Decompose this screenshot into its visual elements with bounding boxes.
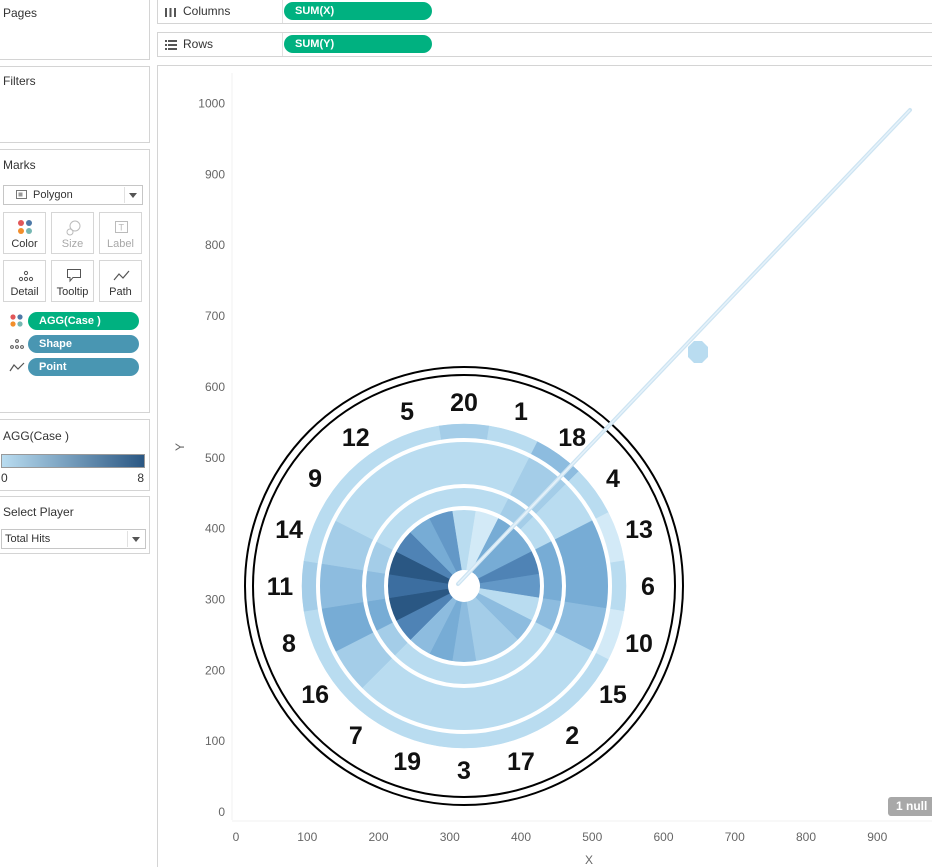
dartboard-viz[interactable]: 0 100 200 300 400 500 600 700 800 900 1000 0 100 200 3… bbox=[0, 0, 932, 867]
x-tick-label: 100 bbox=[297, 830, 317, 844]
y-tick-label: 200 bbox=[205, 663, 225, 677]
x-tick-label: 800 bbox=[796, 830, 816, 844]
board-number: 14 bbox=[275, 516, 303, 544]
board-number: 11 bbox=[267, 573, 294, 601]
x-tick-label: 600 bbox=[653, 830, 673, 844]
board-number: 19 bbox=[393, 748, 421, 776]
x-tick-label: 200 bbox=[368, 830, 388, 844]
null-indicator[interactable]: 1 null bbox=[888, 797, 932, 816]
board-number: 1 bbox=[514, 398, 528, 426]
board-number: 10 bbox=[625, 630, 653, 658]
x-axis-title: X bbox=[585, 853, 593, 867]
board-number: 7 bbox=[349, 722, 363, 750]
segment-middle bbox=[562, 562, 611, 610]
dart-marker bbox=[688, 341, 708, 363]
board-number: 16 bbox=[301, 681, 329, 709]
board-number: 5 bbox=[400, 398, 414, 426]
board-number: 12 bbox=[342, 424, 370, 452]
y-tick-label: 900 bbox=[205, 167, 225, 181]
bullseye bbox=[448, 570, 480, 602]
segment-middle bbox=[317, 562, 366, 610]
board-number: 13 bbox=[625, 516, 653, 544]
y-tick-label: 600 bbox=[205, 380, 225, 394]
y-tick-label: 300 bbox=[205, 592, 225, 606]
board-number: 4 bbox=[606, 465, 620, 493]
board-number: 2 bbox=[565, 722, 579, 750]
y-tick-label: 500 bbox=[205, 451, 225, 465]
y-tick-label: 1000 bbox=[198, 97, 225, 111]
segment-middle bbox=[440, 684, 488, 733]
y-tick-label: 800 bbox=[205, 238, 225, 252]
segment-middle bbox=[440, 439, 488, 488]
y-axis-title: Y bbox=[173, 443, 187, 451]
x-tick-label: 900 bbox=[867, 830, 887, 844]
board-number: 17 bbox=[507, 748, 535, 776]
x-tick-label: 700 bbox=[725, 830, 745, 844]
dart-path-highlight bbox=[457, 109, 911, 585]
board-number: 15 bbox=[599, 681, 627, 709]
board-number: 3 bbox=[457, 757, 471, 785]
y-tick-label: 400 bbox=[205, 522, 225, 536]
y-tick-label: 100 bbox=[205, 734, 225, 748]
x-tick-label: 500 bbox=[582, 830, 602, 844]
y-tick-label: 0 bbox=[218, 805, 225, 819]
board-number: 18 bbox=[558, 424, 586, 452]
board-number: 8 bbox=[282, 630, 296, 658]
board-number: 6 bbox=[641, 573, 655, 601]
board-number: 20 bbox=[450, 389, 478, 417]
board-number: 9 bbox=[308, 465, 322, 493]
x-tick-label: 400 bbox=[511, 830, 531, 844]
y-tick-label: 700 bbox=[205, 309, 225, 323]
x-tick-label: 300 bbox=[440, 830, 460, 844]
x-tick-label: 0 bbox=[233, 830, 240, 844]
